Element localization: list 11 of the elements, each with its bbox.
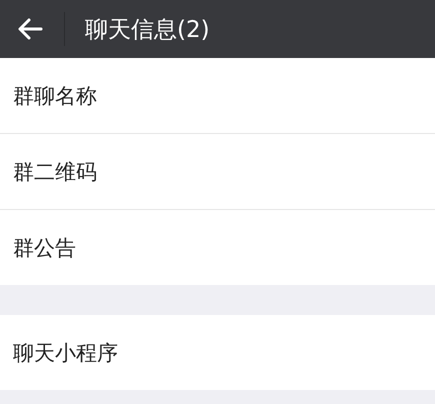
item-label: 群公告 [13,234,76,262]
item-label: 聊天小程序 [13,340,118,366]
settings-item[interactable]: 聊天小程序 [0,315,435,390]
settings-item[interactable]: 群二维码 [0,133,435,209]
item-label: 群聊名称 [13,82,97,110]
settings-item[interactable]: 群聊名称 [0,58,435,133]
item-label: 群二维码 [13,158,97,186]
window-title: 聊天信息(2) [85,16,210,44]
settings-item[interactable]: 群公告 [0,209,435,285]
back-button[interactable] [16,17,44,41]
back-arrow-icon [17,18,43,40]
